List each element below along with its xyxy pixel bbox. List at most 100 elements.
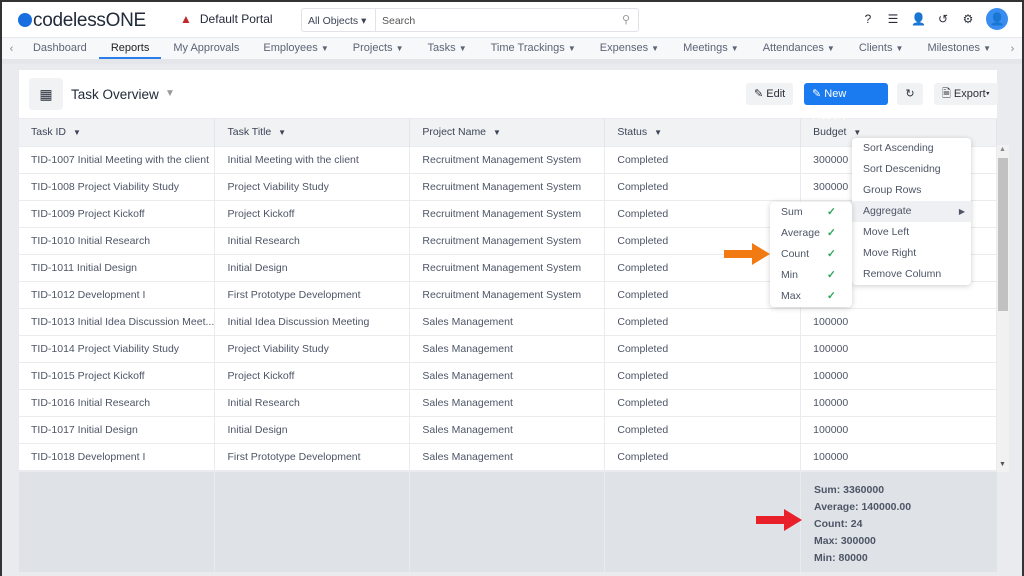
global-search: All Objects ▾ Search ⚲ [301,8,639,32]
user-avatar[interactable]: 👤 [986,8,1008,30]
nav-scroll-left-icon[interactable]: ‹ [2,43,21,55]
table-row[interactable]: TID-1008 Project Viability Study Project … [19,172,997,200]
aggregate-value: Average: 140000.00 [814,501,912,513]
aggregate-option-count[interactable]: Count ✓ [770,244,852,265]
table-cell: TID-1013 Initial Idea Discussion Meet... [19,307,216,335]
menu-item-aggregate[interactable]: Aggregate ▶ [852,201,971,222]
table-cell: TID-1011 Initial Design [19,253,216,281]
portal-icon: ▲ [180,12,192,26]
chevron-down-icon: ▼ [983,44,992,53]
toolbar-icons: ? ☰ 👤 ↺ ⚙ 👤 [861,8,1008,30]
table-cell: Initial Design [214,253,411,281]
nav-item-meetings[interactable]: Meetings ▼ [671,38,751,59]
table-row[interactable]: TID-1007 Initial Meeting with the client… [19,145,997,173]
aggregate-value: Count: 24 [814,518,863,530]
aggregate-option-min[interactable]: Min ✓ [770,265,852,286]
red-arrow-icon [756,509,802,531]
nav-item-expenses[interactable]: Expenses ▼ [588,38,671,59]
sort-caret-icon[interactable]: ▼ [654,128,662,137]
table-row[interactable]: TID-1015 Project Kickoff Project Kickoff S… [19,361,997,389]
table-cell: TID-1007 Initial Meeting with the client [19,145,216,173]
report-title[interactable]: Task Overview [71,87,159,102]
column-header[interactable]: Status ▼ [604,119,802,146]
checkmark-icon: ✓ [827,290,836,302]
sort-caret-icon[interactable]: ▼ [73,128,81,137]
table-cell: Recruitment Management System [409,145,606,173]
add-user-icon[interactable]: 👤 [911,12,926,26]
chevron-down-icon: ▼ [651,44,660,53]
menu-item-sort-descenidng[interactable]: Sort Descenidng [852,159,971,180]
nav-item-projects[interactable]: Projects ▼ [341,38,416,59]
nav-item-time-trackings[interactable]: Time Trackings ▼ [479,38,588,59]
menu-item-remove-column[interactable]: Remove Column [852,264,971,285]
nav-item-milestones[interactable]: Milestones ▼ [915,38,1003,59]
menu-item-sort-ascending[interactable]: Sort Ascending [852,138,971,159]
history-icon[interactable]: ↺ [936,12,950,26]
chevron-down-icon: ▼ [895,44,904,53]
column-header[interactable]: Project Name ▼ [409,119,606,146]
table-cell: TID-1016 Initial Research [19,388,216,416]
table-cell: Project Kickoff [214,361,411,389]
table-cell: Completed [604,172,802,200]
sort-caret-icon[interactable]: ▼ [493,128,501,137]
scroll-down-icon[interactable]: ▼ [999,461,1006,468]
menu-item-move-left[interactable]: Move Left [852,222,971,243]
new-report-button[interactable]: ✎ New Report [804,83,888,122]
table-cell: Recruitment Management System [409,253,606,281]
nav-item-reports[interactable]: Reports [98,38,162,59]
table-cell: Recruitment Management System [409,226,606,254]
menu-item-move-right[interactable]: Move Right [852,243,971,264]
chevron-down-icon: ▼ [826,44,835,53]
nav-item-dashboard[interactable]: Dashboard [21,38,99,59]
table-row[interactable]: TID-1017 Initial Design Initial Design Sal… [19,415,997,443]
aggregate-option-sum[interactable]: Sum ✓ [770,202,852,223]
table-row[interactable]: TID-1016 Initial Research Initial Researc… [19,388,997,416]
logo[interactable]: codelessONE [18,10,146,32]
table-cell: Initial Research [214,226,411,254]
table-row[interactable]: TID-1018 Development I First Prototype De… [19,442,997,470]
menu-item-group-rows[interactable]: Group Rows [852,180,971,201]
chevron-down-icon: ▼ [320,44,329,53]
aggregate-option-average[interactable]: Average ✓ [770,223,852,244]
search-icon[interactable]: ⚲ [614,9,638,31]
search-scope-select[interactable]: All Objects ▾ [302,9,376,31]
settings-gear-icon[interactable]: ⚙ [961,12,975,26]
nav-item-employees[interactable]: Employees ▼ [251,38,340,59]
nav-item-my-approvals[interactable]: My Approvals [161,38,251,59]
table-row[interactable]: TID-1013 Initial Idea Discussion Meet...… [19,307,997,335]
table-cell: Initial Research [214,388,411,416]
table-cell: TID-1017 Initial Design [19,415,216,443]
sort-caret-icon[interactable]: ▼ [278,128,286,137]
aggregate-values: Sum: 3360000 Average: 140000.00 Count: 24 M… [814,482,911,567]
checkmark-icon: ✓ [827,227,836,239]
table-cell: Recruitment Management System [409,280,606,308]
scrollbar-thumb[interactable] [998,158,1008,311]
edit-button[interactable]: ✎ Edit [746,83,794,105]
nav-scroll-right-icon[interactable]: › [1003,43,1022,55]
table-cell: Sales Management [409,415,606,443]
export-button[interactable]: 🗎 Export▾ [934,83,998,105]
table-row[interactable]: TID-1014 Project Viability Study Project … [19,334,997,362]
nav-item-attendances[interactable]: Attendances ▼ [751,38,847,59]
portal-switcher[interactable]: ▲ Default Portal [180,12,273,26]
help-icon[interactable]: ? [861,12,875,26]
nav-item-clients[interactable]: Clients ▼ [847,38,916,59]
column-header[interactable]: Task ID ▼ [19,119,216,146]
nav-item-tasks[interactable]: Tasks ▼ [416,38,479,59]
table-cell: Completed [604,334,802,362]
table-cell: TID-1012 Development I [19,280,216,308]
checkmark-icon: ✓ [827,269,836,281]
scroll-up-icon[interactable]: ▲ [999,146,1006,153]
aggregate-option-max[interactable]: Max ✓ [770,286,852,307]
table-cell: 100000 [800,388,997,416]
table-cell: Completed [604,415,802,443]
chevron-down-icon: ▼ [458,44,467,53]
database-icon[interactable]: ☰ [886,12,900,26]
column-header[interactable]: Task Title ▼ [214,119,411,146]
refresh-button[interactable]: ↻ [897,83,923,105]
report-dropdown-icon[interactable]: ▼ [165,88,175,99]
sort-caret-icon[interactable]: ▼ [853,128,861,137]
aggregate-submenu: Sum ✓ Average ✓ Count ✓ Min ✓ Max ✓ [770,202,852,307]
search-input[interactable]: Search [376,9,614,31]
table-cell: Sales Management [409,334,606,362]
